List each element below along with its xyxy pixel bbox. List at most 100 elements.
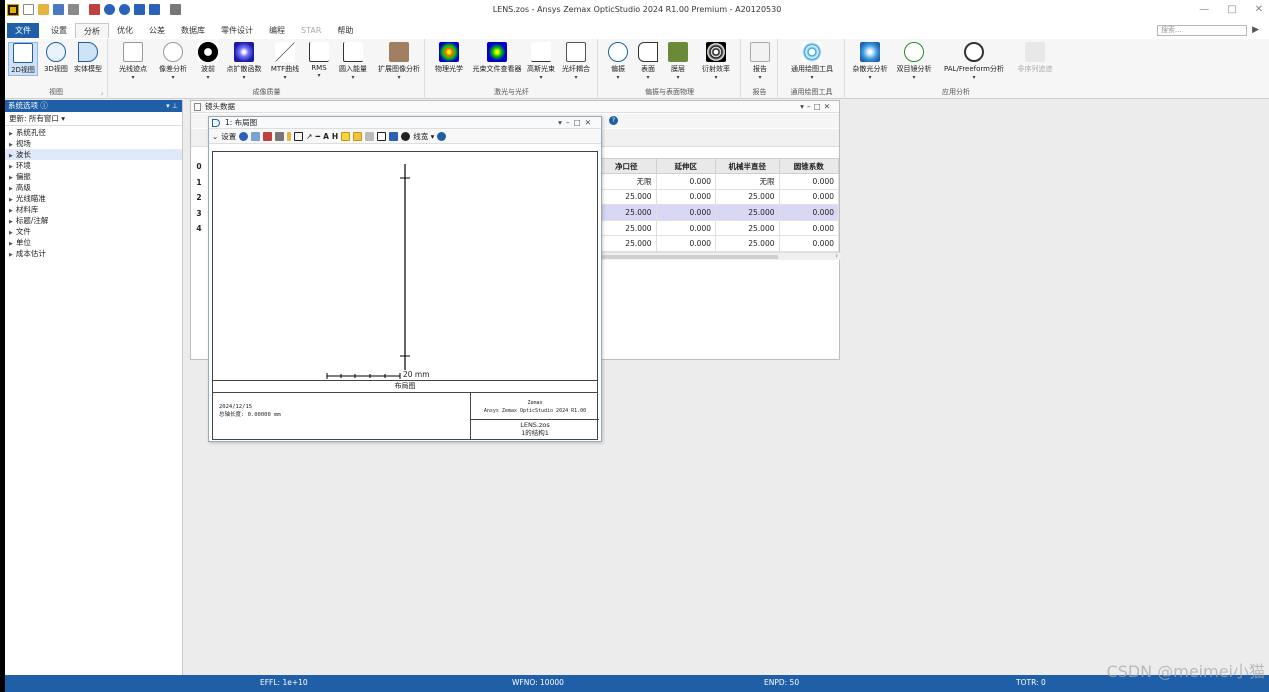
wavefront-button[interactable]: 波前 ▾	[195, 42, 221, 81]
tab-optimize[interactable]: 优化	[109, 23, 141, 38]
column-clear-semi-dia[interactable]: 净口径	[596, 158, 657, 174]
row-number[interactable]: 0	[193, 159, 205, 175]
pan-icon[interactable]	[341, 131, 351, 141]
table-cell[interactable]: 25.000	[596, 204, 657, 221]
table-cell[interactable]: 25.000	[715, 235, 780, 252]
table-cell[interactable]: 25.000	[596, 235, 657, 252]
row-number[interactable]: 4	[193, 221, 205, 237]
non-sequential-button[interactable]: 非序列追迹	[1012, 42, 1058, 74]
layout-window-controls[interactable]: ▾–□✕	[558, 117, 595, 129]
ray-trace-button[interactable]: 光线迹点 ▾	[115, 42, 151, 81]
update-dropdown[interactable]: 更新: 所有窗口 ▾	[5, 112, 182, 126]
zoom-icon[interactable]	[353, 131, 363, 141]
close-button[interactable]: ✕	[1255, 4, 1263, 15]
table-cell[interactable]: 25.000	[596, 188, 657, 206]
text-tool-icon[interactable]: A	[323, 132, 329, 141]
tab-file[interactable]: 文件	[7, 23, 39, 38]
save-image-icon[interactable]	[263, 131, 273, 141]
list-item[interactable]: ▶ 材料库	[5, 204, 182, 215]
help-icon[interactable]	[437, 131, 447, 141]
line-draw-icon[interactable]: ━	[316, 132, 321, 141]
fiber-coupling-button[interactable]: 光纤耦合 ▾	[558, 42, 594, 81]
diffraction-efficiency-button[interactable]: 衍射效率 ▾	[695, 42, 737, 81]
list-item[interactable]: ▶ 系统孔径	[5, 127, 182, 138]
gaussian-beam-button[interactable]: 高斯光束 ▾	[526, 42, 556, 81]
list-item[interactable]: ▶ 高级	[5, 182, 182, 193]
binocular-button[interactable]: 双目镜分析 ▾	[894, 42, 934, 81]
column-conic[interactable]: 圆锥系数	[778, 158, 839, 174]
tab-star[interactable]: STAR	[293, 23, 329, 38]
table-cell[interactable]: 无限	[715, 173, 780, 190]
table-cell[interactable]: 0.000	[778, 219, 839, 237]
aberration-button[interactable]: 像差分析 ▾	[155, 42, 191, 81]
table-cell[interactable]: 0.000	[778, 188, 839, 206]
help-icon[interactable]: ?	[609, 116, 618, 125]
row-number[interactable]: 1	[193, 175, 205, 191]
chevron-right-icon[interactable]: ›	[835, 252, 838, 260]
report-button[interactable]: 报告 ▾	[748, 42, 772, 81]
table-cell[interactable]: 25.000	[715, 219, 780, 237]
encircled-energy-button[interactable]: 圆入能量 ▾	[335, 42, 371, 81]
tab-help[interactable]: 帮助	[329, 23, 361, 38]
scrollbar-thumb[interactable]	[598, 255, 778, 259]
solid-model-button[interactable]: 实体模型	[71, 42, 105, 74]
table-cell[interactable]: 0.000	[655, 219, 717, 237]
rms-button[interactable]: RMS ▾	[307, 42, 331, 79]
row-number[interactable]: 3	[193, 206, 205, 222]
window-layout-icon[interactable]	[389, 131, 399, 141]
column-chip-zone[interactable]: 延伸区	[655, 158, 717, 174]
tab-libraries[interactable]: 数据库	[173, 23, 213, 38]
help-icon[interactable]: ⓘ	[40, 101, 48, 110]
tab-analyze[interactable]: 分析	[75, 23, 109, 38]
fit-view-icon[interactable]	[377, 131, 387, 141]
list-item[interactable]: ▶ 光线瞄准	[5, 193, 182, 204]
settings-chevron-icon[interactable]: ⌄	[212, 132, 218, 141]
tab-part-designer[interactable]: 零件设计	[213, 23, 261, 38]
arrow-draw-icon[interactable]: ↗	[306, 132, 312, 141]
table-row[interactable]: 25.000 0.000 25.000 0.000	[596, 188, 839, 206]
tab-programming[interactable]: 编程	[261, 23, 293, 38]
tab-tolerance[interactable]: 公差	[141, 23, 173, 38]
list-item[interactable]: ▶ 视场	[5, 138, 182, 149]
polarization-button[interactable]: 偏振 ▾	[605, 42, 631, 81]
table-cell[interactable]: 25.000	[715, 204, 780, 221]
coating-button[interactable]: 膜层 ▾	[665, 42, 691, 81]
universal-plot-button[interactable]: 通用绘图工具 ▾	[785, 42, 839, 81]
table-cell[interactable]: 0.000	[778, 204, 839, 221]
panel-pin-icon[interactable]: ▾ ⊥	[166, 100, 178, 112]
layout-plot-area[interactable]: 20 mm	[212, 151, 598, 381]
mtf-button[interactable]: MTF曲线 ▾	[267, 42, 303, 81]
table-cell[interactable]: 25.000	[715, 188, 780, 206]
horizontal-scrollbar[interactable]: ›	[596, 252, 841, 260]
list-item[interactable]: ▶ 文件	[5, 226, 182, 237]
beam-file-viewer-button[interactable]: 光束文件查看器	[470, 42, 524, 74]
table-cell[interactable]: 0.000	[655, 235, 717, 252]
table-row[interactable]: 25.000 0.000 25.000 0.000	[596, 235, 839, 252]
dimension-tool-icon[interactable]: H	[332, 132, 338, 141]
view-3d-button[interactable]: 3D视图	[41, 42, 71, 74]
line-width-dropdown[interactable]: 线宽 ▾	[413, 131, 434, 142]
list-item[interactable]: ▶ 偏振	[5, 171, 182, 182]
tab-setup[interactable]: 设置	[43, 23, 75, 38]
search-go-icon[interactable]: ▶	[1252, 25, 1259, 35]
search-input[interactable]: 搜索...	[1157, 25, 1247, 36]
table-row-selected[interactable]: 25.000 0.000 25.000 0.000	[596, 204, 839, 221]
lens-data-window-controls[interactable]: ▾–□✕	[800, 101, 833, 113]
list-item[interactable]: ▶ 成本估计	[5, 248, 182, 259]
list-item[interactable]: ▶ 单位	[5, 237, 182, 248]
copy-icon[interactable]	[251, 131, 261, 141]
table-row[interactable]: 25.000 0.000 25.000 0.000	[596, 219, 839, 237]
minimize-button[interactable]: —	[1199, 4, 1209, 15]
column-mech-semi-dia[interactable]: 机械半直径	[715, 158, 780, 174]
view-2d-button[interactable]: 2D视图	[8, 42, 38, 76]
rectangle-icon[interactable]	[294, 131, 304, 141]
table-cell[interactable]: 25.000	[596, 219, 657, 237]
table-cell[interactable]: 无限	[596, 173, 657, 190]
pal-freeform-button[interactable]: PAL/Freeform分析 ▾	[938, 42, 1010, 81]
table-cell[interactable]: 0.000	[655, 173, 717, 190]
extended-image-button[interactable]: 扩展图像分析 ▾	[375, 42, 423, 81]
stray-light-button[interactable]: 杂散光分析 ▾	[850, 42, 890, 81]
pencil-icon[interactable]	[287, 131, 292, 141]
table-row[interactable]: 无限 0.000 无限 0.000	[596, 173, 839, 190]
refresh-icon[interactable]	[239, 131, 249, 141]
